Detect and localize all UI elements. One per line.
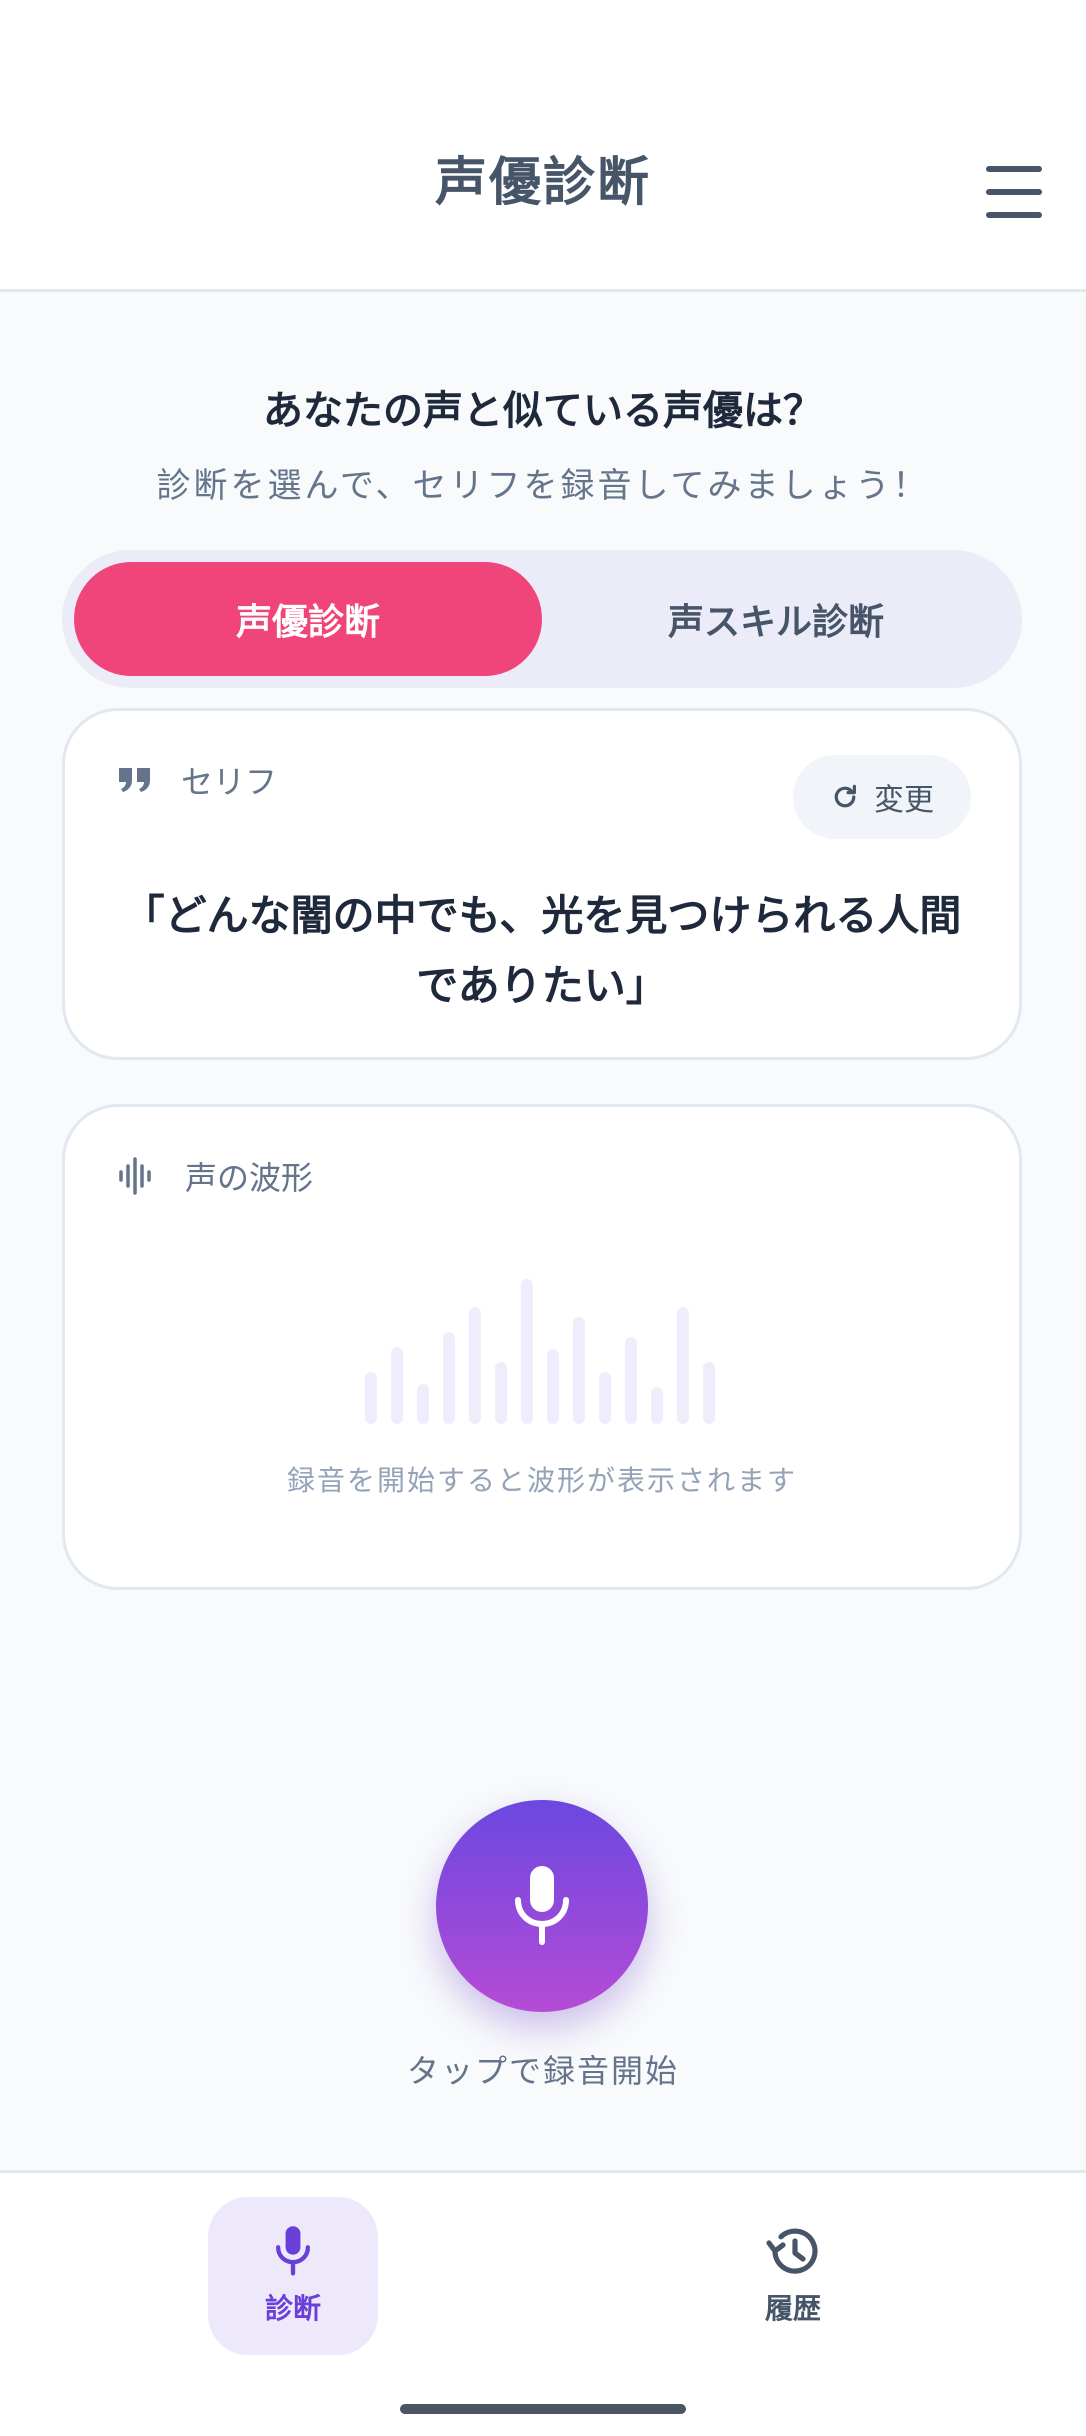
tab-voice-skill-diagnosis[interactable]: 声スキル診断 — [542, 562, 1010, 676]
waveform-card-header: 声の波形 — [117, 1153, 313, 1199]
nav-item-diagnosis[interactable]: 診断 — [208, 2197, 378, 2355]
intro-subtitle: 診断を選んで、セリフを録音してみましょう！ — [156, 466, 930, 506]
line-text: 「どんな闇の中でも、光を見つけられる人間でありたい」 — [122, 891, 962, 1010]
record-button[interactable] — [436, 1800, 648, 2012]
nav-label-history: 履歴 — [764, 2292, 821, 2325]
waveform-icon — [119, 1157, 151, 1195]
line-card: セリフ 変更 「どんな闇の中でも、光を見つけられる人間でありたい」 — [62, 708, 1022, 1060]
record-label: タップで録音開始 — [406, 2052, 679, 2090]
waveform-card: 声の波形 録音を開始すると波形が表示されます — [62, 1104, 1022, 1590]
menu-icon[interactable] — [986, 166, 1042, 218]
diagnosis-type-tabs: 声優診断 声スキル診断 — [62, 550, 1022, 688]
change-line-button[interactable]: 変更 — [793, 755, 971, 839]
intro-title: あなたの声と似ている声優は？ — [263, 388, 823, 434]
line-card-label: セリフ — [181, 763, 278, 801]
waveform-hint: 録音を開始すると波形が表示されます — [286, 1464, 797, 1497]
nav-item-history[interactable]: 履歴 — [708, 2197, 878, 2355]
waveform-card-label: 声の波形 — [185, 1159, 314, 1197]
bottom-nav: 診断 履歴 — [0, 2170, 1086, 2436]
tab-voice-actor-diagnosis[interactable]: 声優診断 — [74, 562, 542, 676]
history-icon — [766, 2228, 818, 2274]
page-title: 声優診断 — [434, 153, 651, 213]
app-screen: 声優診断 あなたの声と似ている声優は？ 診断を選んで、セリフを録音してみましょう… — [0, 0, 1086, 2436]
mic-icon — [515, 1866, 569, 1945]
refresh-icon — [834, 784, 856, 808]
home-indicator — [400, 2404, 686, 2414]
quote-icon — [119, 768, 150, 792]
line-card-header: セリフ — [117, 757, 277, 803]
app-header: 声優診断 — [0, 0, 1086, 292]
change-button-label: 変更 — [874, 783, 934, 818]
mic-icon — [275, 2226, 311, 2276]
waveform-placeholder — [365, 1279, 715, 1424]
nav-label-diagnosis: 診断 — [264, 2292, 321, 2325]
